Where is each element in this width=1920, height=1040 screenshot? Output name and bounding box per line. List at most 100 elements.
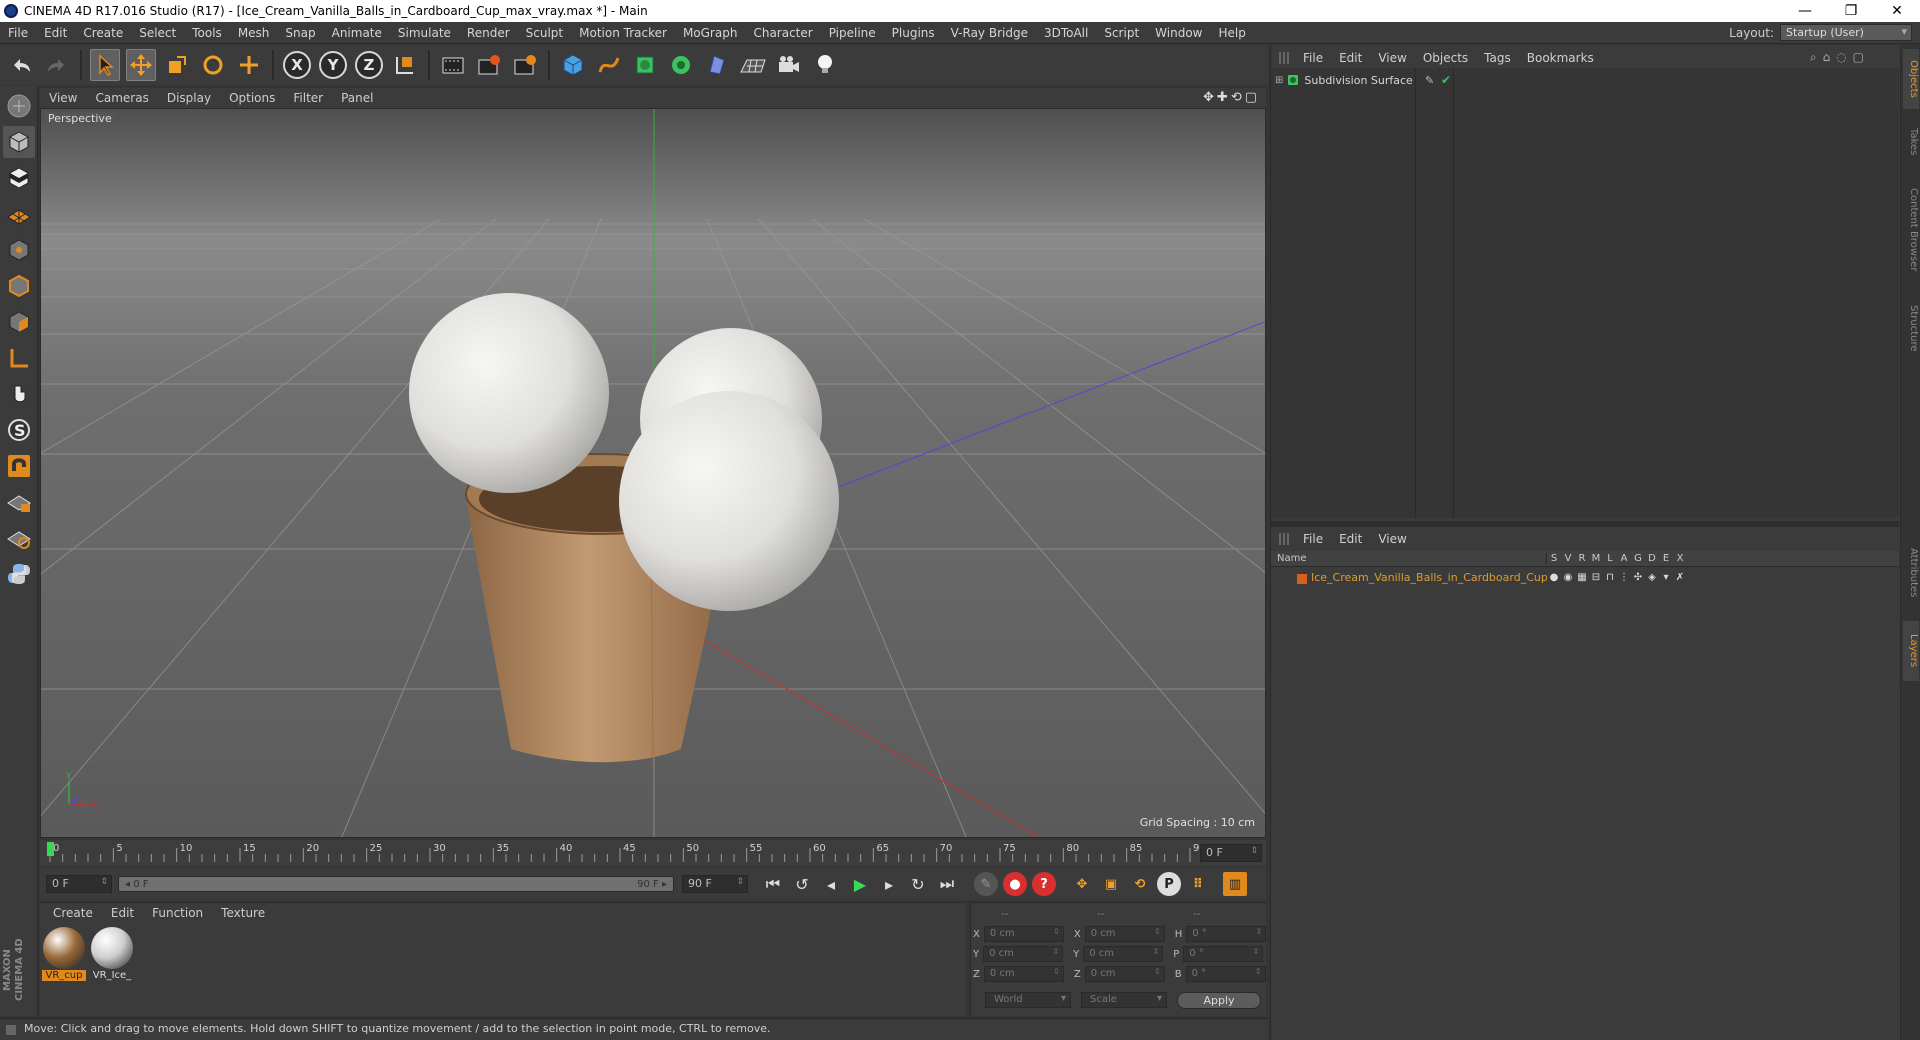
side-tab-takes[interactable]: Takes (1903, 117, 1919, 167)
menu-motion-tracker[interactable]: Motion Tracker (571, 26, 675, 40)
texture-mode-icon[interactable] (3, 162, 35, 194)
frame-range-slider[interactable]: ◂ 0 F 90 F ▸ (118, 876, 674, 892)
layer-col-view[interactable]: V (1561, 553, 1575, 564)
menu-pipeline[interactable]: Pipeline (821, 26, 884, 40)
live-selection-icon[interactable] (234, 49, 264, 81)
material-menu-texture[interactable]: Texture (212, 906, 274, 920)
layer-manager-icon[interactable]: ⊟ (1589, 572, 1603, 583)
menu-vray-bridge[interactable]: V-Ray Bridge (943, 26, 1036, 40)
previous-frame-icon[interactable]: ◂ (818, 871, 844, 897)
tweak-mode-icon[interactable] (3, 378, 35, 410)
object-enabled-check-icon[interactable]: ✔ (1441, 73, 1451, 87)
size-mode-dropdown[interactable]: Scale (1081, 992, 1167, 1008)
light-icon[interactable] (810, 49, 840, 81)
layer-col-generators[interactable]: G (1631, 553, 1645, 564)
layer-col-animation[interactable]: A (1617, 553, 1631, 564)
coordinate-system-icon[interactable] (390, 49, 420, 81)
menu-mesh[interactable]: Mesh (230, 26, 278, 40)
planar-workplane-icon[interactable] (3, 522, 35, 554)
objects-menu-view[interactable]: View (1370, 51, 1414, 65)
expand-icon[interactable]: ⊞ (1275, 75, 1283, 86)
menu-help[interactable]: Help (1210, 26, 1253, 40)
layer-xref-icon[interactable]: ✗ (1673, 572, 1687, 583)
cloner-icon[interactable] (666, 49, 696, 81)
next-key-icon[interactable]: ↻ (905, 871, 931, 897)
key-position-icon[interactable]: ✥ (1070, 872, 1094, 896)
menu-create[interactable]: Create (75, 26, 131, 40)
end-frame-field[interactable]: 90 F (682, 875, 748, 893)
edges-mode-icon[interactable] (3, 270, 35, 302)
axis-mode-icon[interactable] (3, 342, 35, 374)
make-editable-icon[interactable] (3, 90, 35, 122)
key-pla-icon[interactable]: ⠿ (1186, 872, 1210, 896)
menu-sculpt[interactable]: Sculpt (518, 26, 571, 40)
y-axis-lock-icon[interactable]: Y (318, 49, 348, 81)
key-rotation-icon[interactable]: ⟲ (1128, 872, 1152, 896)
side-tab-layers[interactable]: Layers (1903, 621, 1919, 681)
camera-icon[interactable] (774, 49, 804, 81)
layer-col-deformers[interactable]: D (1645, 553, 1659, 564)
rotation-p-field[interactable]: 0 ° (1183, 946, 1264, 962)
layer-animation-icon[interactable]: ⋮ (1617, 572, 1631, 583)
position-y-field[interactable]: 0 cm (983, 946, 1064, 962)
render-picture-viewer-icon[interactable] (474, 49, 504, 81)
floor-icon[interactable] (738, 49, 768, 81)
viewport-navigation-icons[interactable]: ✥✚⟲▢ (1203, 90, 1260, 105)
menu-mograph[interactable]: MoGraph (675, 26, 746, 40)
position-z-field[interactable]: 0 cm (983, 966, 1064, 982)
menu-render[interactable]: Render (459, 26, 518, 40)
go-to-start-icon[interactable]: ⏮ (760, 871, 786, 897)
record-active-icon[interactable]: ● (1003, 872, 1027, 896)
side-tab-objects[interactable]: Objects (1903, 49, 1919, 109)
timeline-ruler[interactable]: 051015202530354045505560657075808590 0 F (40, 840, 1266, 866)
menu-tools[interactable]: Tools (184, 26, 230, 40)
model-mode-icon[interactable] (3, 126, 35, 158)
material-menu-create[interactable]: Create (44, 906, 102, 920)
object-manager-tool-icons[interactable]: ⌕⌂◌▢ (1810, 50, 1870, 65)
menu-3dtoall[interactable]: 3DToAll (1036, 26, 1096, 40)
layer-col-xref[interactable]: X (1673, 553, 1687, 564)
rotation-b-field[interactable]: 0 ° (1185, 966, 1266, 982)
points-mode-icon[interactable] (3, 234, 35, 266)
key-scale-icon[interactable]: ▣ (1099, 872, 1123, 896)
layer-generator-icon[interactable]: ✣ (1631, 572, 1645, 583)
menu-script[interactable]: Script (1096, 26, 1147, 40)
material-swatch[interactable]: VR_Ice_ (90, 927, 134, 981)
object-list[interactable]: ⊞ Subdivision Surface ✎ ✔ (1271, 68, 1899, 518)
restore-button[interactable]: ❐ (1828, 0, 1874, 22)
render-settings-icon[interactable] (510, 49, 540, 81)
layer-col-render[interactable]: R (1575, 553, 1589, 564)
playhead-marker[interactable] (47, 842, 54, 856)
close-button[interactable]: ✕ (1874, 0, 1920, 22)
polygons-mode-icon[interactable] (3, 306, 35, 338)
deformer-icon[interactable] (702, 49, 732, 81)
scale-tool-icon[interactable] (162, 49, 192, 81)
objects-menu-objects[interactable]: Objects (1415, 51, 1476, 65)
objects-menu-tags[interactable]: Tags (1476, 51, 1519, 65)
object-row[interactable]: ⊞ Subdivision Surface ✎ ✔ (1275, 71, 1451, 89)
layer-render-icon[interactable]: ▦ (1575, 572, 1589, 583)
layer-expression-icon[interactable]: ▾ (1659, 572, 1673, 583)
panel-grip-icon[interactable] (1279, 533, 1289, 545)
objects-menu-edit[interactable]: Edit (1331, 51, 1370, 65)
panel-divider[interactable] (1271, 521, 1899, 527)
objects-menu-file[interactable]: File (1295, 51, 1331, 65)
layer-col-solo[interactable]: S (1547, 553, 1561, 564)
menu-animate[interactable]: Animate (324, 26, 390, 40)
viewport-menu-filter[interactable]: Filter (284, 91, 332, 105)
workplane-mode-icon[interactable] (3, 198, 35, 230)
layer-row[interactable]: Ice_Cream_Vanilla_Balls_in_Cardboard_Cup… (1271, 569, 1899, 585)
spline-pen-icon[interactable] (594, 49, 624, 81)
menu-edit[interactable]: Edit (36, 26, 75, 40)
viewport-menu-view[interactable]: View (40, 91, 86, 105)
move-tool-icon[interactable] (126, 49, 156, 81)
viewport-menu-cameras[interactable]: Cameras (86, 91, 157, 105)
panel-grip-icon[interactable] (1279, 52, 1289, 64)
current-frame-field[interactable]: 0 F (1200, 844, 1262, 862)
rotation-h-field[interactable]: 0 ° (1186, 926, 1267, 942)
layout-dropdown[interactable]: Startup (User) (1780, 24, 1912, 41)
layer-col-locked[interactable]: L (1603, 553, 1617, 564)
subdivision-surface-icon[interactable] (630, 49, 660, 81)
layer-deformer-icon[interactable]: ◈ (1645, 572, 1659, 583)
locked-workplane-icon[interactable] (3, 486, 35, 518)
